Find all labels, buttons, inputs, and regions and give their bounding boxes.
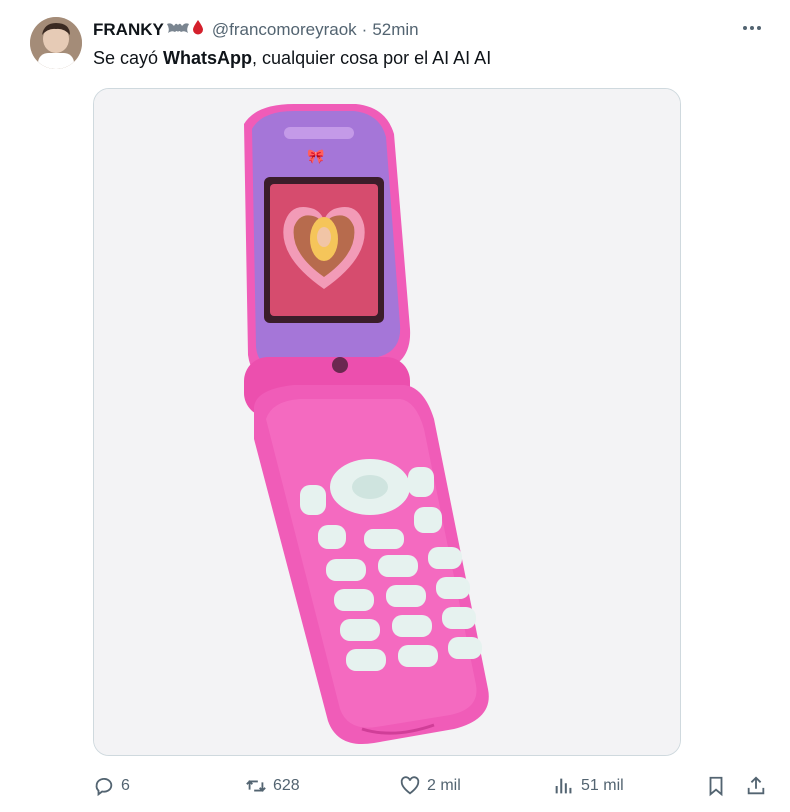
reply-button[interactable]: 6 [93, 768, 130, 804]
tweet: FRANKY @francomoreyraok · 52min Se cayó … [0, 0, 790, 812]
views-count: 51 mil [581, 777, 624, 794]
views-icon [553, 775, 575, 797]
reply-count: 6 [121, 777, 130, 794]
retweet-icon [245, 775, 267, 797]
tweet-text: Se cayó WhatsApp, cualquier cosa por el … [93, 48, 491, 69]
author-name[interactable]: FRANKY [93, 20, 164, 40]
svg-text:🎀: 🎀 [307, 148, 324, 164]
retweet-button[interactable]: 628 [245, 768, 300, 804]
separator-dot: · [361, 19, 368, 39]
more-icon[interactable] [738, 14, 766, 42]
like-icon [399, 775, 421, 797]
like-count: 2 mil [427, 777, 461, 794]
tweet-media[interactable]: 🎀 [93, 88, 681, 756]
blood-drop-icon [192, 19, 204, 40]
tweet-text-before: Se cayó [93, 48, 164, 68]
retweet-count: 628 [273, 777, 300, 794]
like-button[interactable]: 2 mil [399, 768, 461, 804]
tweet-actions: 6 628 2 mil 51 mil [93, 768, 773, 804]
bat-icon [166, 20, 190, 40]
reply-icon [93, 775, 115, 797]
flip-phone-image: 🎀 [94, 89, 680, 755]
share-icon[interactable] [745, 768, 767, 804]
tweet-header: FRANKY @francomoreyraok · 52min [93, 19, 419, 40]
author-handle[interactable]: @francomoreyraok [212, 20, 357, 40]
tweet-text-bold: WhatsApp [163, 48, 253, 68]
avatar[interactable] [30, 17, 82, 69]
views-button[interactable]: 51 mil [553, 768, 624, 804]
tweet-time[interactable]: 52min [372, 20, 418, 40]
bookmark-icon[interactable] [705, 768, 727, 804]
tweet-text-after: , cualquier cosa por el AI AI AI [252, 48, 492, 68]
